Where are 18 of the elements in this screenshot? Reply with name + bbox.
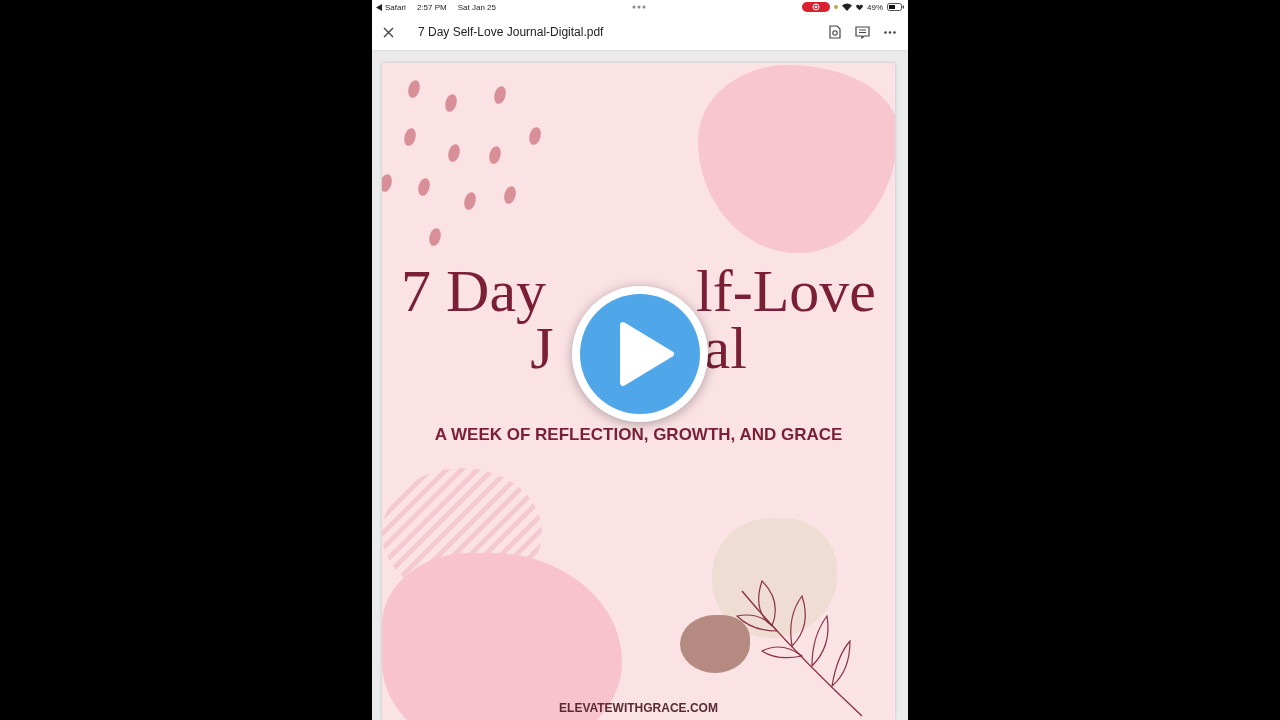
battery-icon <box>887 3 904 11</box>
more-options-icon[interactable] <box>884 30 896 34</box>
website-text: ELEVATEWITHGRACE.COM <box>559 701 718 715</box>
wifi-icon <box>842 3 852 11</box>
status-date: Sat Jan 25 <box>457 2 496 12</box>
screen-recording-icon[interactable] <box>802 2 830 12</box>
heart-icon <box>856 3 863 11</box>
indicator-dot-icon <box>834 5 838 9</box>
back-app-label[interactable]: Safari <box>385 2 406 12</box>
back-arrow-icon[interactable] <box>376 3 382 11</box>
status-time: 2:57 PM <box>416 2 447 12</box>
comment-icon[interactable] <box>855 25 870 39</box>
document-title: 7 Day Self-Love Journal-Digital.pdf <box>418 25 604 39</box>
close-icon[interactable] <box>383 26 394 38</box>
document-search-icon[interactable] <box>829 25 841 39</box>
battery-percentage: 49% <box>867 2 883 12</box>
journal-subtitle: A WEEK OF REFLECTION, GROWTH, AND GRACE <box>434 425 843 445</box>
multitasking-dots-icon[interactable] <box>632 5 646 9</box>
